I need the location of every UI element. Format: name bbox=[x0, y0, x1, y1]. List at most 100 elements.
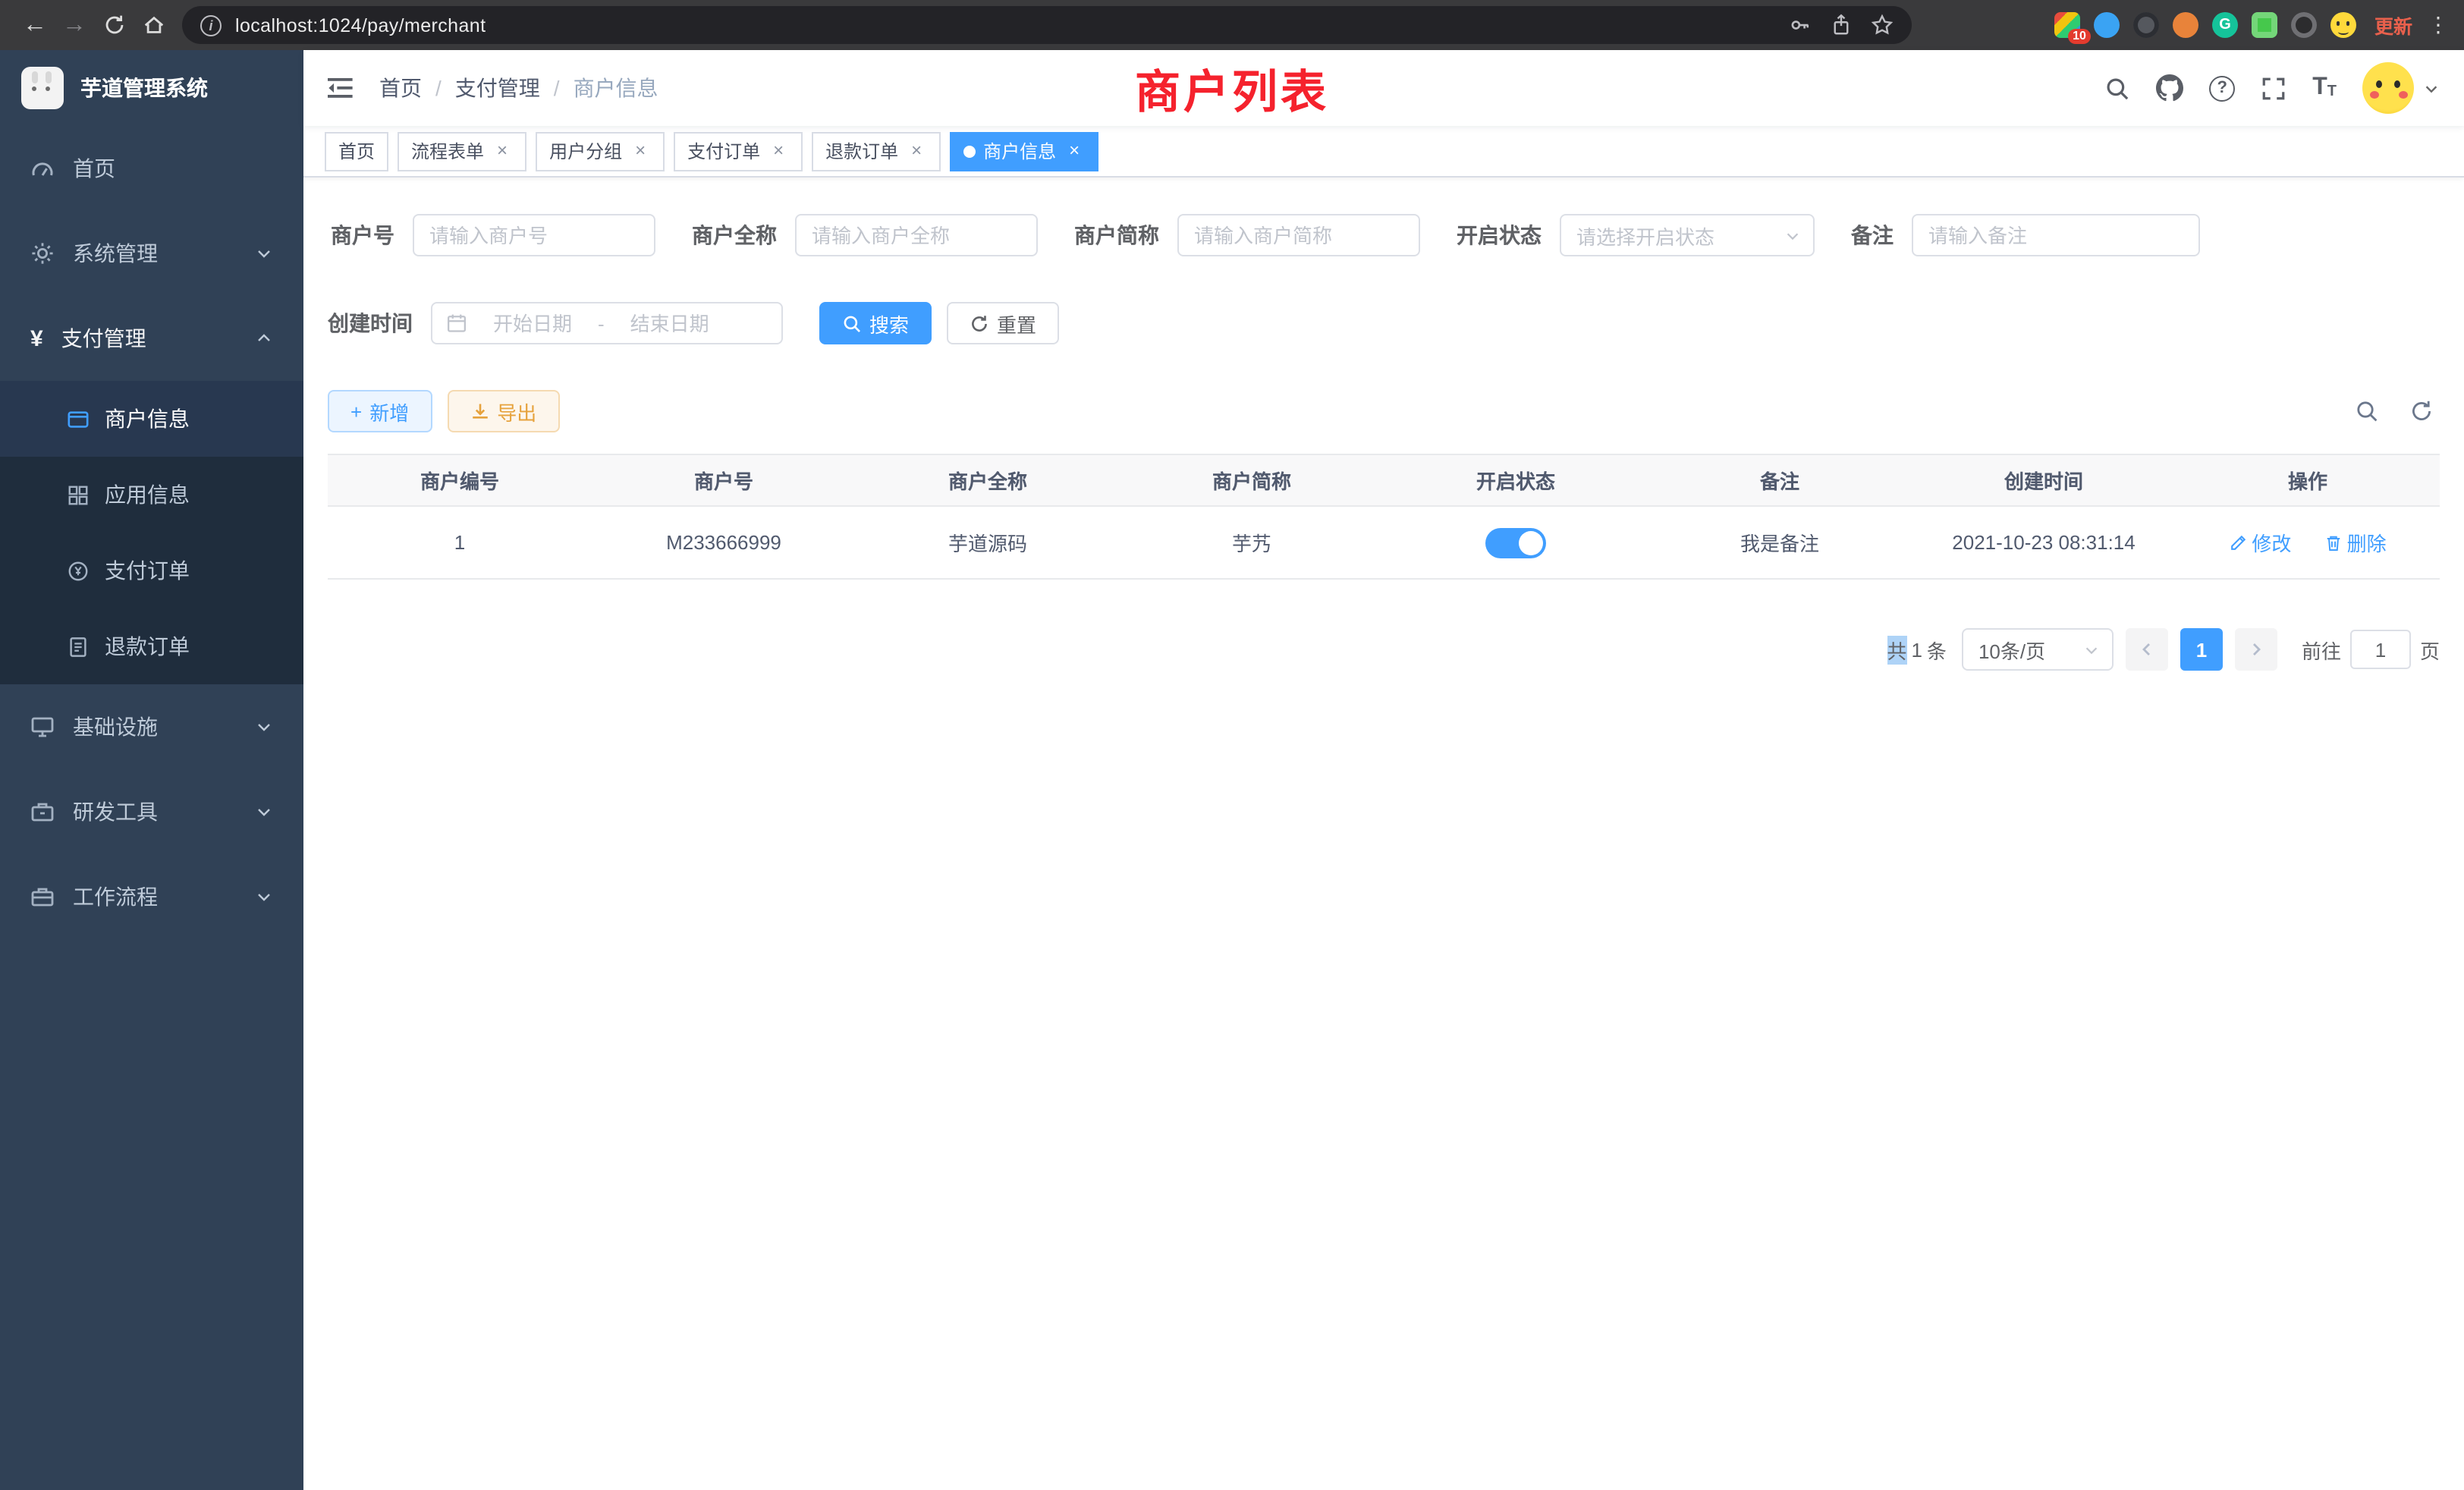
tab-pay-order[interactable]: 支付订单× bbox=[674, 131, 803, 171]
chevron-down-icon bbox=[1784, 227, 1801, 244]
cell-merchant-no: M233666999 bbox=[592, 506, 856, 579]
merchant-table: 商户编号 商户号 商户全称 商户简称 开启状态 备注 创建时间 操作 1 bbox=[328, 454, 2440, 580]
fullscreen-button[interactable] bbox=[2261, 75, 2286, 101]
cell-status bbox=[1384, 506, 1648, 579]
status-select[interactable]: 请选择开启状态 bbox=[1560, 214, 1815, 256]
browser-update-button[interactable]: 更新 bbox=[2374, 11, 2412, 39]
remark-input[interactable] bbox=[1912, 214, 2200, 256]
font-size-icon: T bbox=[2312, 76, 2327, 100]
close-icon[interactable]: × bbox=[492, 140, 513, 162]
col-remark: 备注 bbox=[1648, 454, 1912, 506]
cell-full-name: 芋道源码 bbox=[856, 506, 1120, 579]
extension-icon-3[interactable] bbox=[2133, 12, 2159, 38]
tab-merchant-info[interactable]: 商户信息× bbox=[950, 131, 1098, 171]
export-button[interactable]: 导出 bbox=[447, 390, 559, 432]
date-range-picker[interactable]: - bbox=[431, 302, 783, 344]
sidebar-item-label: 研发工具 bbox=[73, 797, 158, 827]
tab-refund-order[interactable]: 退款订单× bbox=[812, 131, 941, 171]
extension-icon-5[interactable]: G bbox=[2212, 12, 2238, 38]
home-button[interactable] bbox=[134, 5, 173, 45]
sidebar-item-label: 应用信息 bbox=[105, 479, 190, 510]
sidebar-item-pay[interactable]: ¥ 支付管理 bbox=[0, 296, 303, 381]
header-search-button[interactable] bbox=[2104, 75, 2130, 101]
refresh-button[interactable] bbox=[94, 5, 134, 45]
extension-icon-4[interactable] bbox=[2173, 12, 2198, 38]
close-icon[interactable]: × bbox=[1064, 140, 1085, 162]
filter-row-2: 创建时间 - 搜索 重置 bbox=[328, 302, 2440, 344]
sidebar-item-merchant-info[interactable]: 商户信息 bbox=[0, 381, 303, 457]
sidebar-item-label: 基础设施 bbox=[73, 712, 158, 742]
github-link[interactable] bbox=[2156, 74, 2183, 102]
merchant-no-input[interactable] bbox=[413, 214, 655, 256]
home-icon bbox=[142, 14, 165, 36]
chevron-down-icon bbox=[255, 888, 273, 906]
edit-icon bbox=[2229, 533, 2247, 552]
close-icon[interactable]: × bbox=[630, 140, 651, 162]
sidebar-item-refund-order[interactable]: 退款订单 bbox=[0, 608, 303, 684]
sidebar-item-label: 商户信息 bbox=[105, 404, 190, 434]
sidebar-item-label: 退款订单 bbox=[105, 631, 190, 662]
end-date-input[interactable] bbox=[612, 312, 728, 335]
sidebar-item-workflow[interactable]: 工作流程 bbox=[0, 854, 303, 939]
next-page-button[interactable] bbox=[2235, 628, 2277, 671]
screen: ← → i localhost:1024/pay/merchant 10 G bbox=[0, 0, 2464, 1490]
prev-page-button[interactable] bbox=[2126, 628, 2168, 671]
page-size-select[interactable]: 10条/页 bbox=[1962, 628, 2114, 671]
sidebar-item-dev-tools[interactable]: 研发工具 bbox=[0, 769, 303, 854]
sidebar-item-system[interactable]: 系统管理 bbox=[0, 211, 303, 296]
sidebar-item-infrastructure[interactable]: 基础设施 bbox=[0, 684, 303, 769]
browser-menu-icon[interactable]: ⋮ bbox=[2428, 12, 2449, 38]
tab-process-form[interactable]: 流程表单× bbox=[398, 131, 526, 171]
toggle-search-button[interactable] bbox=[2355, 399, 2379, 423]
start-date-input[interactable] bbox=[475, 312, 590, 335]
sidebar-item-pay-order[interactable]: 支付订单 bbox=[0, 533, 303, 608]
sidebar-item-app-info[interactable]: 应用信息 bbox=[0, 457, 303, 533]
reset-button[interactable]: 重置 bbox=[947, 302, 1059, 344]
page-number-1[interactable]: 1 bbox=[2180, 628, 2223, 671]
back-button[interactable]: ← bbox=[15, 5, 55, 45]
extension-icon-7[interactable] bbox=[2291, 12, 2317, 38]
refresh-table-button[interactable] bbox=[2409, 399, 2434, 423]
extension-icon-2[interactable] bbox=[2094, 12, 2120, 38]
share-icon[interactable] bbox=[1830, 14, 1853, 36]
user-avatar-dropdown[interactable] bbox=[2362, 62, 2440, 114]
tab-home[interactable]: 首页 bbox=[325, 131, 388, 171]
col-status: 开启状态 bbox=[1384, 454, 1648, 506]
col-full-name: 商户全称 bbox=[856, 454, 1120, 506]
help-button[interactable]: ? bbox=[2209, 75, 2235, 101]
page-unit-label: 页 bbox=[2420, 635, 2440, 664]
key-icon[interactable] bbox=[1789, 14, 1812, 36]
close-icon[interactable]: × bbox=[906, 140, 927, 162]
app-logo-avatar bbox=[21, 67, 64, 109]
search-button[interactable]: 搜索 bbox=[819, 302, 932, 344]
font-size-button[interactable]: TT bbox=[2312, 76, 2337, 100]
col-short-name: 商户简称 bbox=[1120, 454, 1384, 506]
download-icon bbox=[470, 401, 489, 421]
hamburger-icon[interactable] bbox=[328, 74, 355, 102]
merchant-short-name-input[interactable] bbox=[1177, 214, 1420, 256]
goto-page-input[interactable] bbox=[2350, 630, 2411, 669]
add-button[interactable]: + 新增 bbox=[328, 390, 432, 432]
close-icon[interactable]: × bbox=[768, 140, 789, 162]
site-info-icon[interactable]: i bbox=[200, 14, 222, 36]
bookmark-star-icon[interactable] bbox=[1871, 14, 1894, 36]
edit-link[interactable]: 修改 bbox=[2229, 528, 2291, 557]
extension-icon-1[interactable]: 10 bbox=[2054, 12, 2080, 38]
extension-icon-6[interactable] bbox=[2252, 12, 2277, 38]
col-actions: 操作 bbox=[2176, 454, 2440, 506]
sidebar-item-home[interactable]: 首页 bbox=[0, 126, 303, 211]
merchant-name-input[interactable] bbox=[795, 214, 1038, 256]
tab-user-group[interactable]: 用户分组× bbox=[536, 131, 665, 171]
forward-button[interactable]: → bbox=[55, 5, 94, 45]
merchant-short-name-label: 商户简称 bbox=[1074, 220, 1177, 250]
breadcrumb-home[interactable]: 首页 bbox=[379, 73, 422, 103]
delete-link[interactable]: 删除 bbox=[2324, 528, 2387, 557]
cell-create-time: 2021-10-23 08:31:14 bbox=[1912, 506, 2176, 579]
monitor-icon bbox=[30, 715, 55, 739]
address-bar[interactable]: i localhost:1024/pay/merchant bbox=[182, 6, 1912, 44]
status-toggle[interactable] bbox=[1485, 527, 1546, 558]
merchant-card-icon bbox=[67, 407, 90, 430]
breadcrumb-pay[interactable]: 支付管理 bbox=[455, 73, 540, 103]
tabs-bar: 首页 流程表单× 用户分组× 支付订单× 退款订单× 商户信息× bbox=[303, 126, 2464, 178]
extension-icon-8[interactable] bbox=[2330, 12, 2356, 38]
